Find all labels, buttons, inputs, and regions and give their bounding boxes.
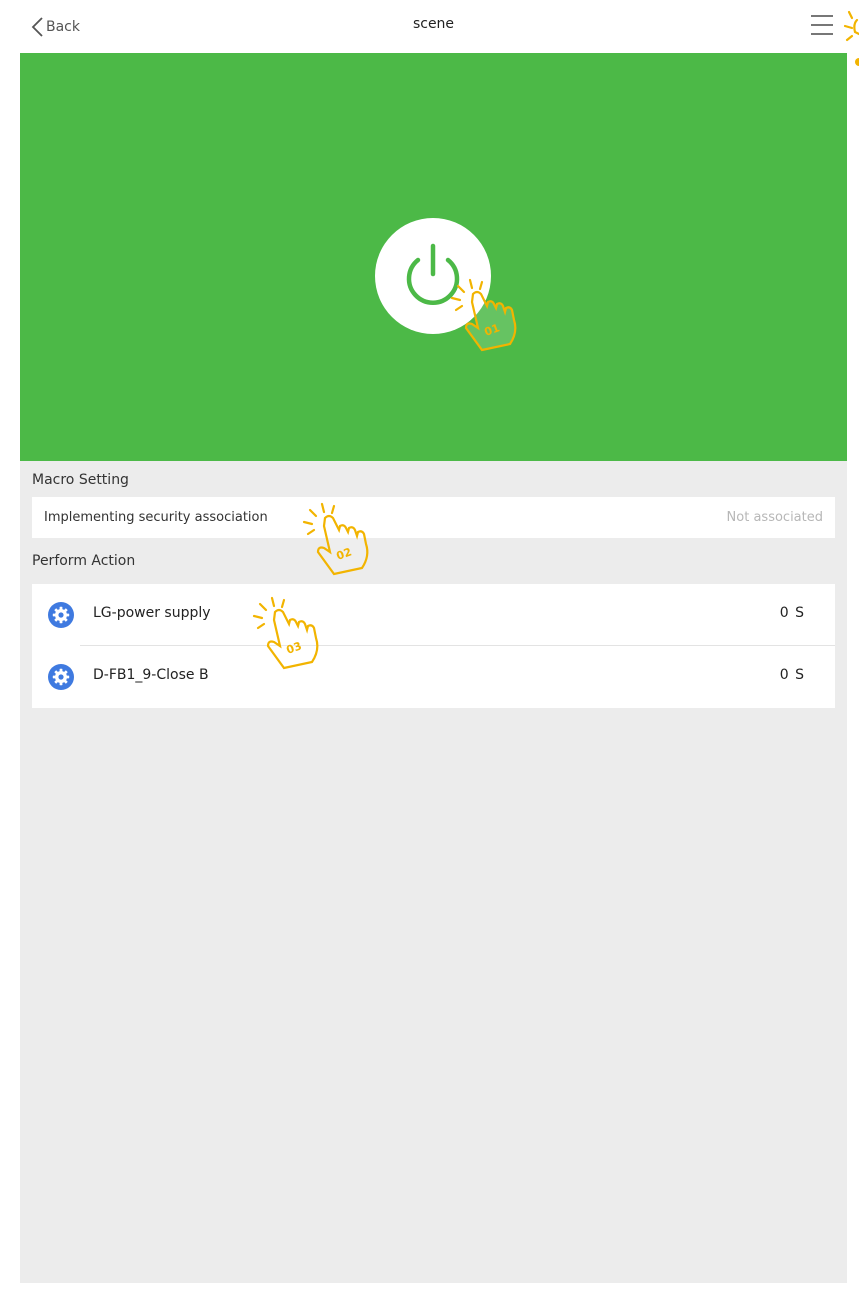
action-delay: 0 S: [779, 605, 805, 621]
tap-hand-icon-partial: [843, 10, 859, 66]
action-name: LG-power supply: [93, 605, 211, 621]
security-association-value: Not associated: [726, 510, 823, 525]
action-name: D-FB1_9-Close B: [93, 667, 209, 683]
action-delay: 0 S: [779, 667, 805, 683]
tap-hand-icon: 01: [450, 278, 517, 352]
action-list: LG-power supply 0 S D-FB1_9-Close B 0 S: [32, 584, 835, 708]
gear-icon: [48, 602, 74, 628]
scene-hero-panel: [20, 53, 847, 461]
security-association-row[interactable]: Implementing security association Not as…: [32, 497, 835, 538]
tap-hand-icon: 02: [302, 502, 369, 576]
gear-icon: [48, 664, 74, 690]
app-screen: Back scene Macro Setting Implementing se…: [20, 0, 847, 1283]
perform-action-label: Perform Action: [32, 553, 136, 569]
security-association-label: Implementing security association: [44, 510, 268, 525]
menu-icon[interactable]: [811, 13, 833, 37]
tap-hand-icon: 03: [252, 596, 319, 670]
top-nav-bar: Back scene: [20, 0, 847, 53]
page-title: scene: [412, 16, 455, 32]
macro-setting-label: Macro Setting: [32, 472, 129, 488]
action-item[interactable]: LG-power supply 0 S: [32, 584, 835, 646]
action-item[interactable]: D-FB1_9-Close B 0 S: [32, 646, 835, 708]
